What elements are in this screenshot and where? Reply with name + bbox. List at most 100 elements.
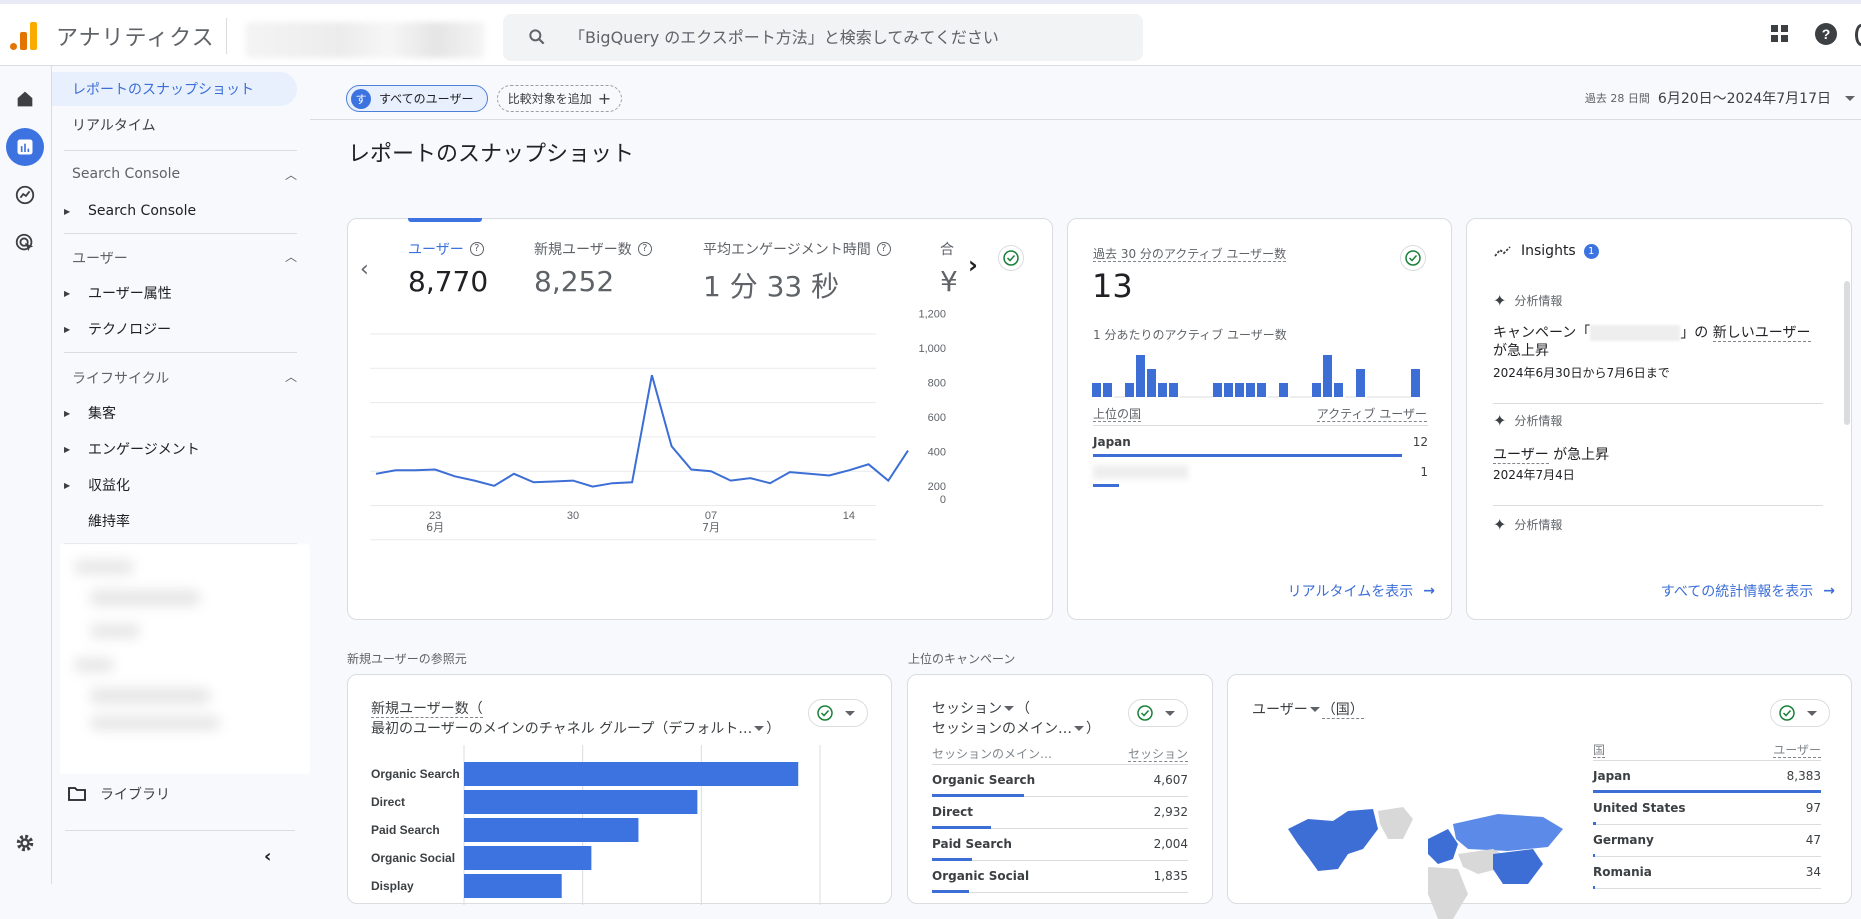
col-header-country[interactable]: 国 <box>1593 741 1606 758</box>
nav-item-monetization[interactable]: ▶ 収益化 <box>52 470 292 500</box>
caret-down-icon <box>1845 95 1855 101</box>
nav-realtime[interactable]: リアルタイム <box>52 108 156 142</box>
data-quality-dropdown[interactable] <box>1770 699 1830 727</box>
row-name: Japan <box>1593 769 1631 783</box>
nav-item-demographics[interactable]: ▶ ユーザー属性 <box>52 278 292 308</box>
row-name: United States <box>1593 801 1686 815</box>
view-all-insights-link[interactable]: すべての統計情報を表示 → <box>1661 581 1835 601</box>
nav-report-snapshot[interactable]: レポートのスナップショット <box>52 72 297 106</box>
row-value: 8,383 <box>1786 769 1821 783</box>
section-label-new-user-source: 新規ユーザーの参照元 <box>347 652 467 666</box>
insight-date: 2024年6月30日から7月6日まで <box>1493 366 1670 380</box>
row-value: 4,607 <box>1153 773 1188 787</box>
table-header: 国 ユーザー <box>1593 739 1821 761</box>
table-row[interactable]: Direct 2,932 <box>932 797 1188 829</box>
view-realtime-link[interactable]: リアルタイムを表示 → <box>1288 581 1435 601</box>
nav-item-library[interactable]: ライブラリ <box>68 784 170 804</box>
table-row[interactable]: Japan 8,383 <box>1593 761 1821 793</box>
data-quality-check-icon[interactable] <box>1400 245 1426 271</box>
explore-icon[interactable] <box>6 176 44 214</box>
divider <box>1493 505 1823 506</box>
search-bar[interactable] <box>503 14 1143 61</box>
account-selector[interactable] <box>245 22 485 58</box>
minute-bar <box>1279 383 1288 397</box>
home-icon[interactable] <box>6 80 44 118</box>
add-comparison-label: 比較対象を追加 <box>507 92 592 106</box>
data-quality-dropdown[interactable] <box>1128 699 1188 727</box>
table-row[interactable]: Paid Search 2,004 <box>932 829 1188 861</box>
nav-item-engagement[interactable]: ▶ エンゲージメント <box>52 434 292 464</box>
redacted-nav-section <box>60 544 310 774</box>
bar <box>464 818 639 842</box>
card-title[interactable]: セッション（ セッションのメイン…） <box>932 699 1100 739</box>
search-input[interactable] <box>569 14 1129 61</box>
table-row[interactable]: Romania 34 <box>1593 857 1821 889</box>
y-tick-label: 1,200 <box>918 309 946 321</box>
add-comparison-button[interactable]: 比較対象を追加 + <box>497 85 622 112</box>
row-name: Direct <box>932 805 973 819</box>
date-range-picker[interactable]: 過去 28 日間 6月20日～2024年7月17日 <box>1585 88 1861 108</box>
category-label: Organic Search <box>371 767 460 781</box>
table-row[interactable]: 1 <box>1093 457 1428 487</box>
nav-group-lifecycle[interactable]: ライフサイクル ︿ <box>72 368 297 388</box>
realtime-card: 過去 30 分のアクティブ ユーザー数 13 1 分あたりのアクティブ ユーザー… <box>1067 218 1452 620</box>
insight-item[interactable]: ✦ 分析情報 <box>1493 515 1827 534</box>
y-tick-label: 600 <box>928 412 946 424</box>
new-users-bar-chart: Organic Search Direct Paid Search Organic S… <box>371 745 821 905</box>
insight-item[interactable]: ✦ 分析情報 ユーザー が急上昇 2024年7月4日 <box>1493 411 1827 483</box>
account-avatar[interactable] <box>1855 24 1861 46</box>
nav-item-label: 集客 <box>88 406 116 422</box>
row-value: 2,004 <box>1153 837 1188 851</box>
apps-grid-icon[interactable] <box>1768 22 1796 50</box>
segment-chip[interactable]: す すべてのユーザー <box>346 85 488 112</box>
nav-group-search-console[interactable]: Search Console ︿ <box>72 166 297 183</box>
nav-item-acquisition[interactable]: ▶ 集客 <box>52 398 292 428</box>
nav-item-label: ライブラリ <box>100 787 170 803</box>
insight-text: キャンペーン「 」の 新しいユーザー が急上昇 <box>1493 325 1811 359</box>
y-tick-label: 1,000 <box>918 343 946 355</box>
table-row[interactable]: Germany 47 <box>1593 825 1821 857</box>
table-row[interactable]: United States 97 <box>1593 793 1821 825</box>
divider <box>65 830 295 831</box>
table-row[interactable]: Japan 12 <box>1093 427 1428 457</box>
country-name: Japan <box>1093 435 1131 449</box>
map-region-africa <box>1428 867 1468 919</box>
col-header-sessions[interactable]: セッション <box>1127 745 1188 762</box>
card-title[interactable]: ユーザー （国） <box>1252 699 1364 719</box>
world-map <box>1288 807 1563 919</box>
insight-item[interactable]: ✦ 分析情報 キャンペーン「 」の 新しいユーザー が急上昇 2024年6月30日か… <box>1493 291 1827 381</box>
chevron-up-icon: ︿ <box>284 370 297 384</box>
caret-right-icon: ▶ <box>64 480 71 490</box>
advertising-icon[interactable] <box>6 224 44 262</box>
caret-down-icon <box>1807 710 1817 716</box>
table-row[interactable]: Organic Social 1,835 <box>932 861 1188 893</box>
data-quality-dropdown[interactable] <box>808 699 868 727</box>
side-nav: レポートのスナップショット リアルタイム Search Console ︿ ▶ … <box>52 66 310 884</box>
scrollbar[interactable] <box>1844 281 1850 425</box>
users-line-chart: 02004006008001,0001,200236月30 077月14 <box>370 309 946 541</box>
gear-icon[interactable] <box>6 824 44 862</box>
reports-icon[interactable] <box>6 128 44 166</box>
realtime-value: 13 <box>1092 267 1133 305</box>
nav-group-users[interactable]: ユーザー ︿ <box>72 248 297 268</box>
row-value: 2,932 <box>1153 805 1188 819</box>
table-row[interactable]: Organic Search 4,607 <box>932 765 1188 797</box>
divider <box>226 18 227 54</box>
nav-item-retention[interactable]: 維持率 <box>52 506 292 536</box>
category-label: Organic Social <box>371 851 455 865</box>
help-icon[interactable]: ? <box>1814 22 1842 50</box>
caret-right-icon: ▶ <box>64 324 71 334</box>
col-header-users[interactable]: ユーザー <box>1773 741 1821 758</box>
map-region-north-america <box>1288 809 1378 871</box>
caret-down-icon <box>845 710 855 716</box>
section-label-top-campaigns: 上位のキャンペーン <box>908 652 1016 666</box>
app-title: アナリティクス <box>56 26 215 51</box>
chevron-left-icon[interactable]: ‹ <box>264 846 271 867</box>
nav-item-technology[interactable]: ▶ テクノロジー <box>52 314 292 344</box>
country-value: 12 <box>1412 435 1428 449</box>
category-label: Paid Search <box>371 823 440 837</box>
nav-item-search-console[interactable]: ▶ Search Console <box>52 196 292 226</box>
analytics-logo[interactable] <box>10 20 38 50</box>
card-title[interactable]: 新規ユーザー数（ 最初のユーザーのメインのチャネル グループ（デフォルト…） <box>371 699 780 739</box>
minute-bar <box>1092 383 1101 397</box>
